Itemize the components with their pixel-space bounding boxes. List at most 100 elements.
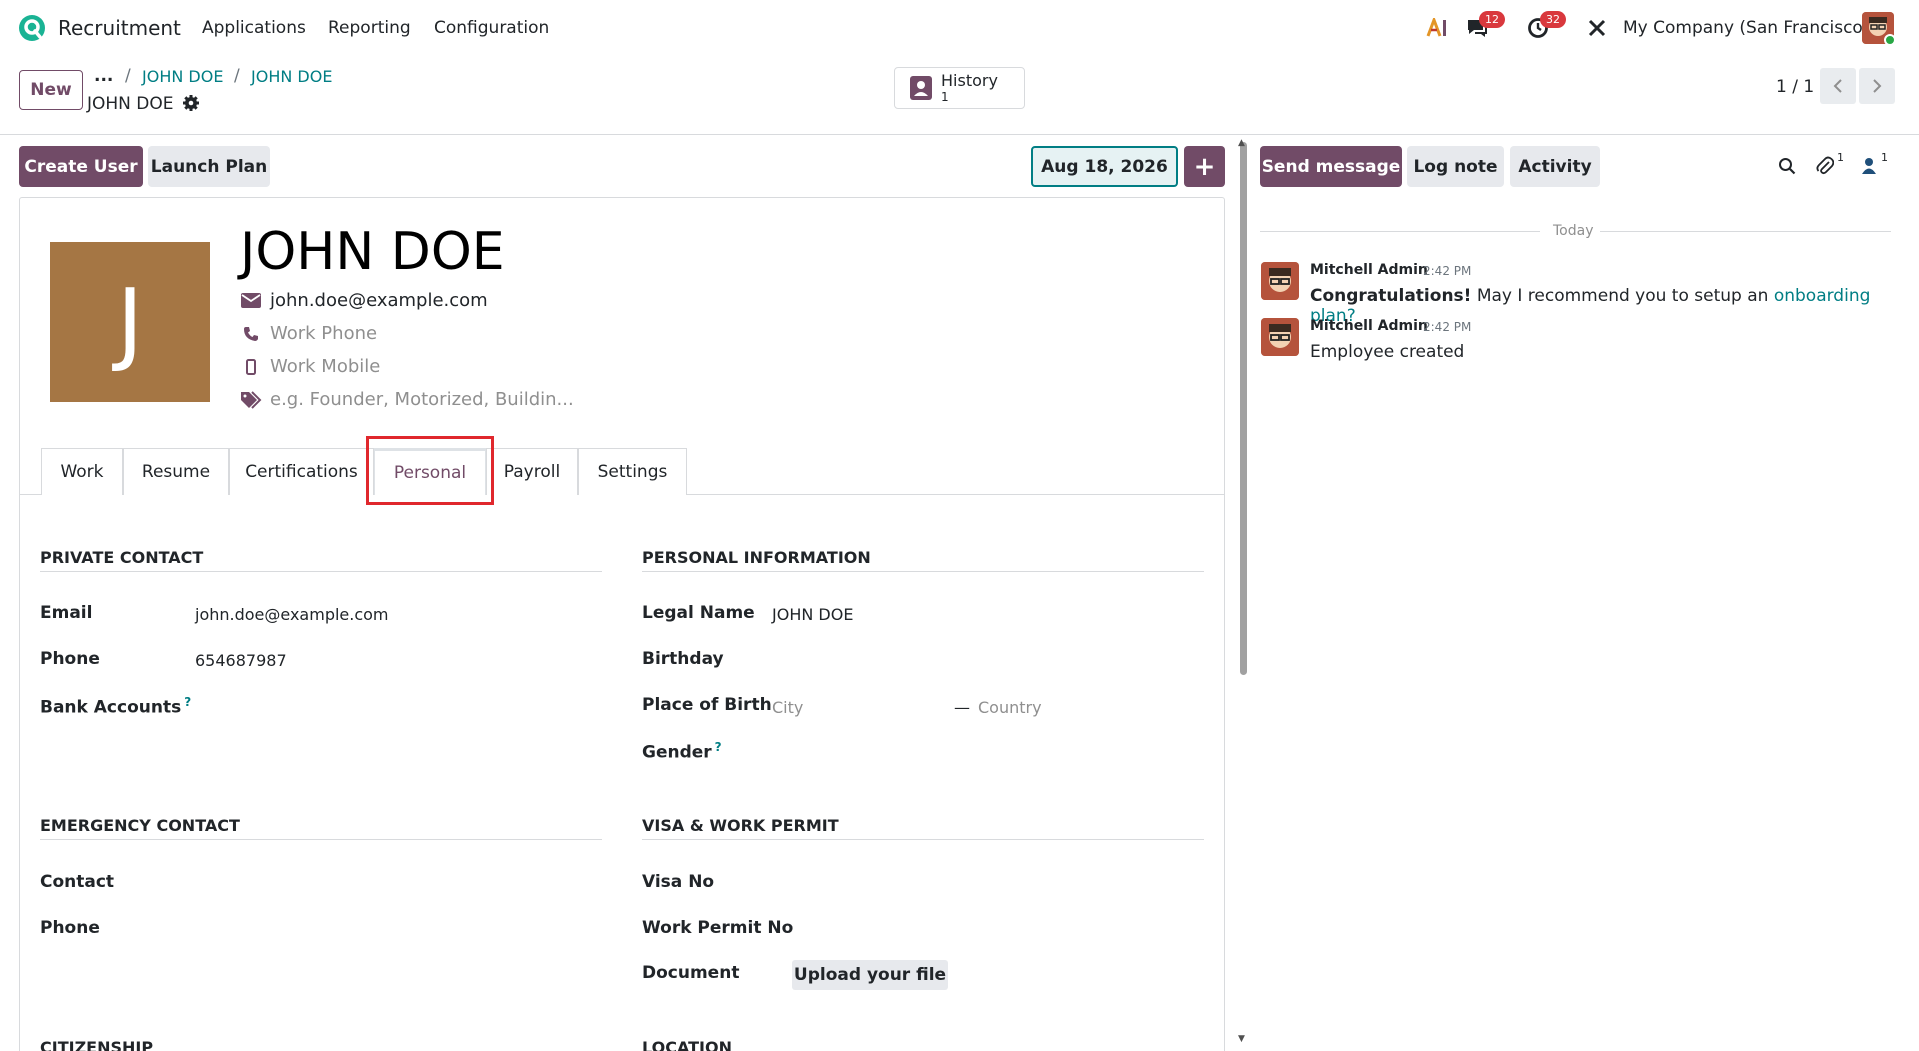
launch-plan-button[interactable]: Launch Plan: [148, 146, 270, 187]
envelope-icon: [240, 292, 262, 310]
work-email-row[interactable]: john.doe@example.com: [240, 290, 488, 311]
app-name[interactable]: Recruitment: [58, 16, 181, 40]
personal-information-title: PERSONAL INFORMATION: [642, 548, 871, 567]
private-phone-label: Phone: [40, 649, 100, 669]
work-mobile-placeholder: Work Mobile: [270, 356, 381, 377]
followers-count: 1: [1881, 151, 1888, 164]
city-input[interactable]: City: [772, 698, 803, 717]
menu-reporting[interactable]: Reporting: [328, 18, 411, 38]
followers-icon[interactable]: 1: [1858, 151, 1888, 177]
section-divider: [642, 571, 1204, 572]
date-separator-line: [1600, 231, 1891, 232]
tab-payroll[interactable]: Payroll: [486, 448, 578, 495]
tools-icon[interactable]: [1583, 15, 1611, 41]
paperclip-icon[interactable]: 1: [1814, 151, 1844, 177]
create-user-button[interactable]: Create User: [19, 146, 143, 187]
chevron-right-icon: [1873, 79, 1882, 93]
activities-clock-icon[interactable]: 32: [1524, 11, 1566, 41]
search-icon[interactable]: [1776, 155, 1798, 177]
help-tooltip-icon[interactable]: ?: [184, 695, 191, 709]
gender-label: Gender?: [642, 740, 722, 763]
work-phone-placeholder: Work Phone: [270, 323, 378, 344]
private-email-value[interactable]: john.doe@example.com: [195, 605, 389, 624]
work-phone-row[interactable]: Work Phone: [240, 323, 377, 344]
private-phone-value[interactable]: 654687987: [195, 651, 287, 670]
bank-accounts-label: Bank Accounts?: [40, 695, 192, 718]
section-divider: [40, 839, 602, 840]
activities-badge: 32: [1540, 11, 1566, 28]
birthday-label: Birthday: [642, 649, 724, 669]
send-message-button[interactable]: Send message: [1260, 146, 1402, 187]
location-title: LOCATION: [642, 1038, 732, 1051]
section-divider: [40, 571, 602, 572]
citizenship-title: CITIZENSHIP: [40, 1038, 154, 1051]
record-name: JOHN DOE: [87, 94, 174, 114]
scroll-down-arrow[interactable]: ▼: [1238, 1034, 1245, 1044]
mobile-icon: [240, 358, 262, 376]
pager-value[interactable]: 1 / 1: [1776, 77, 1814, 97]
company-switcher[interactable]: My Company (San Francisco): [1623, 18, 1869, 38]
message-author[interactable]: Mitchell Admin: [1310, 262, 1428, 278]
message-time: 2:42 PM: [1423, 320, 1472, 334]
menu-configuration[interactable]: Configuration: [434, 18, 549, 38]
breadcrumb-more[interactable]: ...: [94, 66, 113, 86]
control-panel-divider: [0, 134, 1919, 135]
tab-resume[interactable]: Resume: [123, 448, 229, 495]
pager-previous-button[interactable]: [1820, 68, 1856, 104]
activity-button[interactable]: Activity: [1510, 146, 1600, 187]
help-tooltip-icon[interactable]: ?: [715, 740, 722, 754]
menu-applications[interactable]: Applications: [202, 18, 306, 38]
private-contact-title: PRIVATE CONTACT: [40, 548, 204, 567]
log-note-button[interactable]: Log note: [1407, 146, 1504, 187]
country-input[interactable]: Country: [978, 698, 1042, 717]
employee-name[interactable]: JOHN DOE: [240, 222, 505, 282]
upload-file-button[interactable]: Upload your file: [792, 960, 948, 990]
emergency-contact-title: EMERGENCY CONTACT: [40, 816, 240, 835]
pager-next-button[interactable]: [1859, 68, 1895, 104]
message-time: 2:42 PM: [1423, 264, 1472, 278]
place-of-birth-label: Place of Birth: [642, 695, 772, 715]
tab-certifications[interactable]: Certifications: [229, 448, 374, 495]
message-author-avatar[interactable]: [1261, 262, 1299, 300]
date-separator-label: Today: [1553, 223, 1594, 239]
private-email-label: Email: [40, 603, 93, 623]
messages-badge: 12: [1479, 11, 1505, 28]
work-email-value: john.doe@example.com: [270, 290, 488, 311]
breadcrumb-link-2[interactable]: JOHN DOE: [251, 67, 332, 86]
breadcrumb-separator: /: [125, 66, 131, 86]
tab-personal[interactable]: Personal: [374, 448, 486, 495]
tags-row[interactable]: e.g. Founder, Motorized, Buildin...: [240, 389, 574, 410]
breadcrumb-link-1[interactable]: JOHN DOE: [142, 67, 223, 86]
history-count: 1: [941, 90, 949, 104]
new-button[interactable]: New: [19, 70, 83, 110]
visa-work-permit-title: VISA & WORK PERMIT: [642, 816, 839, 835]
employee-avatar[interactable]: J: [50, 242, 210, 402]
tab-settings[interactable]: Settings: [578, 448, 687, 495]
place-dash: —: [954, 698, 970, 717]
attachments-count: 1: [1837, 151, 1844, 164]
message-author-avatar[interactable]: [1261, 318, 1299, 356]
ai-icon[interactable]: [1424, 15, 1452, 41]
history-button[interactable]: History 1: [894, 67, 1025, 109]
messages-icon[interactable]: 12: [1463, 11, 1505, 41]
date-separator-line: [1260, 231, 1540, 232]
scroll-up-arrow[interactable]: ▲: [1238, 138, 1245, 148]
document-label: Document: [642, 963, 740, 983]
recruitment-app-icon[interactable]: [18, 14, 46, 42]
breadcrumb-separator: /: [234, 66, 240, 86]
add-button[interactable]: +: [1184, 146, 1225, 187]
phone-icon: [240, 325, 262, 343]
visa-no-label: Visa No: [642, 872, 715, 892]
legal-name-value[interactable]: JOHN DOE: [772, 605, 853, 624]
emergency-contact-label: Contact: [40, 872, 115, 892]
work-mobile-row[interactable]: Work Mobile: [240, 356, 380, 377]
tab-work[interactable]: Work: [41, 448, 123, 495]
scrollbar-thumb[interactable]: [1240, 142, 1247, 675]
message-body: Employee created: [1310, 342, 1465, 362]
chevron-left-icon: [1833, 79, 1842, 93]
section-divider: [642, 839, 1204, 840]
gear-icon[interactable]: [182, 94, 200, 112]
date-button[interactable]: Aug 18, 2026: [1031, 146, 1178, 187]
message-author[interactable]: Mitchell Admin: [1310, 318, 1428, 334]
legal-name-label: Legal Name: [642, 603, 755, 623]
